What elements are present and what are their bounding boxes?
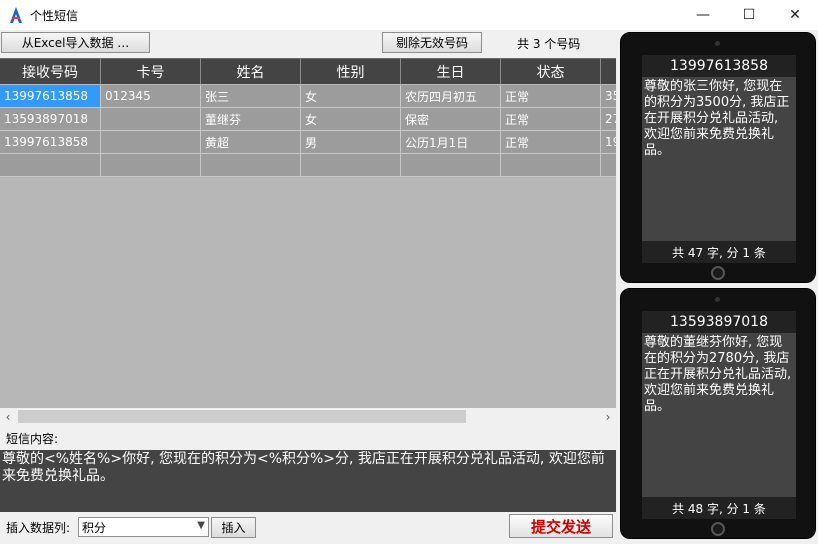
column-header[interactable]: 状态 [501, 58, 601, 84]
name-cell[interactable]: 张三 [201, 85, 301, 108]
number-count: 共 3 个号码 [517, 37, 581, 51]
close-button[interactable]: ✕ [772, 0, 818, 30]
grid-header: 接收号码 卡号 姓名 性别 生日 状态 [0, 58, 616, 84]
card-cell[interactable] [101, 131, 201, 154]
title-bar: 个性短信 — ☐ ✕ [0, 0, 818, 30]
home-button-icon [711, 522, 725, 536]
horizontal-scrollbar[interactable]: ‹ › [0, 408, 616, 425]
empty-cell[interactable] [601, 154, 616, 177]
camera-icon [715, 41, 720, 46]
preview-char-count: 共 48 字, 分 1 条 [642, 497, 796, 519]
home-button-icon [711, 266, 725, 280]
phone-preview: 13997613858 尊敬的张三你好, 您现在的积分为3500分, 我店正在开… [620, 32, 816, 283]
preview-number: 13997613858 [642, 55, 796, 77]
maximize-button[interactable]: ☐ [726, 0, 772, 30]
phone-preview: 13593897018 尊敬的董继芬你好, 您现在的积分为2780分, 我店正在… [620, 288, 816, 539]
points-cell[interactable]: 27 [601, 108, 616, 131]
minimize-button[interactable]: — [680, 0, 726, 30]
birthday-cell[interactable]: 农历四月初五 [401, 85, 501, 108]
birthday-cell[interactable]: 公历1月1日 [401, 131, 501, 154]
table-row[interactable]: 13997613858 012345 张三 女 农历四月初五 正常 35 [0, 85, 616, 108]
gender-cell[interactable]: 女 [301, 108, 401, 131]
status-cell[interactable]: 正常 [501, 131, 601, 154]
column-header[interactable]: 生日 [401, 58, 501, 84]
name-cell[interactable]: 黄超 [201, 131, 301, 154]
phone-cell[interactable]: 13997613858 [0, 131, 101, 154]
submit-send-button[interactable]: 提交发送 [509, 514, 613, 538]
birthday-cell[interactable]: 保密 [401, 108, 501, 131]
status-cell[interactable]: 正常 [501, 85, 601, 108]
preview-message: 尊敬的董继芬你好, 您现在的积分为2780分, 我店正在开展积分兑礼品活动, 欢… [644, 335, 792, 414]
column-header[interactable]: 姓名 [201, 58, 301, 84]
empty-cell[interactable] [0, 154, 101, 177]
phone-cell[interactable]: 13593897018 [0, 108, 101, 131]
empty-cell[interactable] [401, 154, 501, 177]
table-row[interactable]: 13997613858 黄超 男 公历1月1日 正常 19 [0, 131, 616, 154]
preview-char-count: 共 47 字, 分 1 条 [642, 241, 796, 263]
gender-cell[interactable]: 男 [301, 131, 401, 154]
gender-cell[interactable]: 女 [301, 85, 401, 108]
import-excel-button[interactable]: 从Excel导入数据 … [1, 32, 150, 53]
column-header[interactable] [601, 58, 616, 84]
table-row[interactable]: 13593897018 董继芬 女 保密 正常 27 [0, 108, 616, 131]
column-header[interactable]: 接收号码 [0, 58, 101, 84]
preview-message: 尊敬的张三你好, 您现在的积分为3500分, 我店正在开展积分兑礼品活动, 欢迎… [644, 79, 790, 158]
column-select-value: 积分 [82, 520, 107, 535]
chevron-down-icon: ▼ [197, 520, 205, 531]
window-title: 个性短信 [30, 9, 79, 23]
preview-number: 13593897018 [642, 311, 796, 333]
scrollbar-thumb[interactable] [18, 410, 466, 423]
remove-invalid-button[interactable]: 剔除无效号码 [382, 32, 482, 53]
phone-screen: 13997613858 尊敬的张三你好, 您现在的积分为3500分, 我店正在开… [642, 55, 796, 263]
new-row[interactable] [0, 154, 616, 177]
phone-cell[interactable]: 13997613858 [0, 85, 101, 108]
recipient-grid[interactable]: 接收号码 卡号 姓名 性别 生日 状态 13997613858 012345 张… [0, 58, 616, 408]
empty-cell[interactable] [301, 154, 401, 177]
name-cell[interactable]: 董继芬 [201, 108, 301, 131]
column-header[interactable]: 卡号 [101, 58, 201, 84]
scroll-right-icon[interactable]: › [600, 408, 616, 425]
app-logo-icon [10, 7, 22, 23]
insert-button[interactable]: 插入 [211, 517, 256, 538]
status-cell[interactable]: 正常 [501, 108, 601, 131]
empty-cell[interactable] [501, 154, 601, 177]
points-cell[interactable]: 19 [601, 131, 616, 154]
insert-column-label: 插入数据列: [6, 521, 71, 535]
points-cell[interactable]: 35 [601, 85, 616, 108]
message-label: 短信内容: [6, 432, 59, 446]
phone-screen: 13593897018 尊敬的董继芬你好, 您现在的积分为2780分, 我店正在… [642, 311, 796, 519]
scroll-left-icon[interactable]: ‹ [0, 408, 16, 425]
camera-icon [715, 297, 720, 302]
column-header[interactable]: 性别 [301, 58, 401, 84]
card-cell[interactable] [101, 108, 201, 131]
message-textarea[interactable]: 尊敬的<%姓名%>你好, 您现在的积分为<%积分%>分, 我店正在开展积分兑礼品… [0, 450, 616, 512]
empty-cell[interactable] [101, 154, 201, 177]
empty-cell[interactable] [201, 154, 301, 177]
column-select[interactable]: 积分 ▼ [78, 517, 209, 537]
card-cell[interactable]: 012345 [101, 85, 201, 108]
